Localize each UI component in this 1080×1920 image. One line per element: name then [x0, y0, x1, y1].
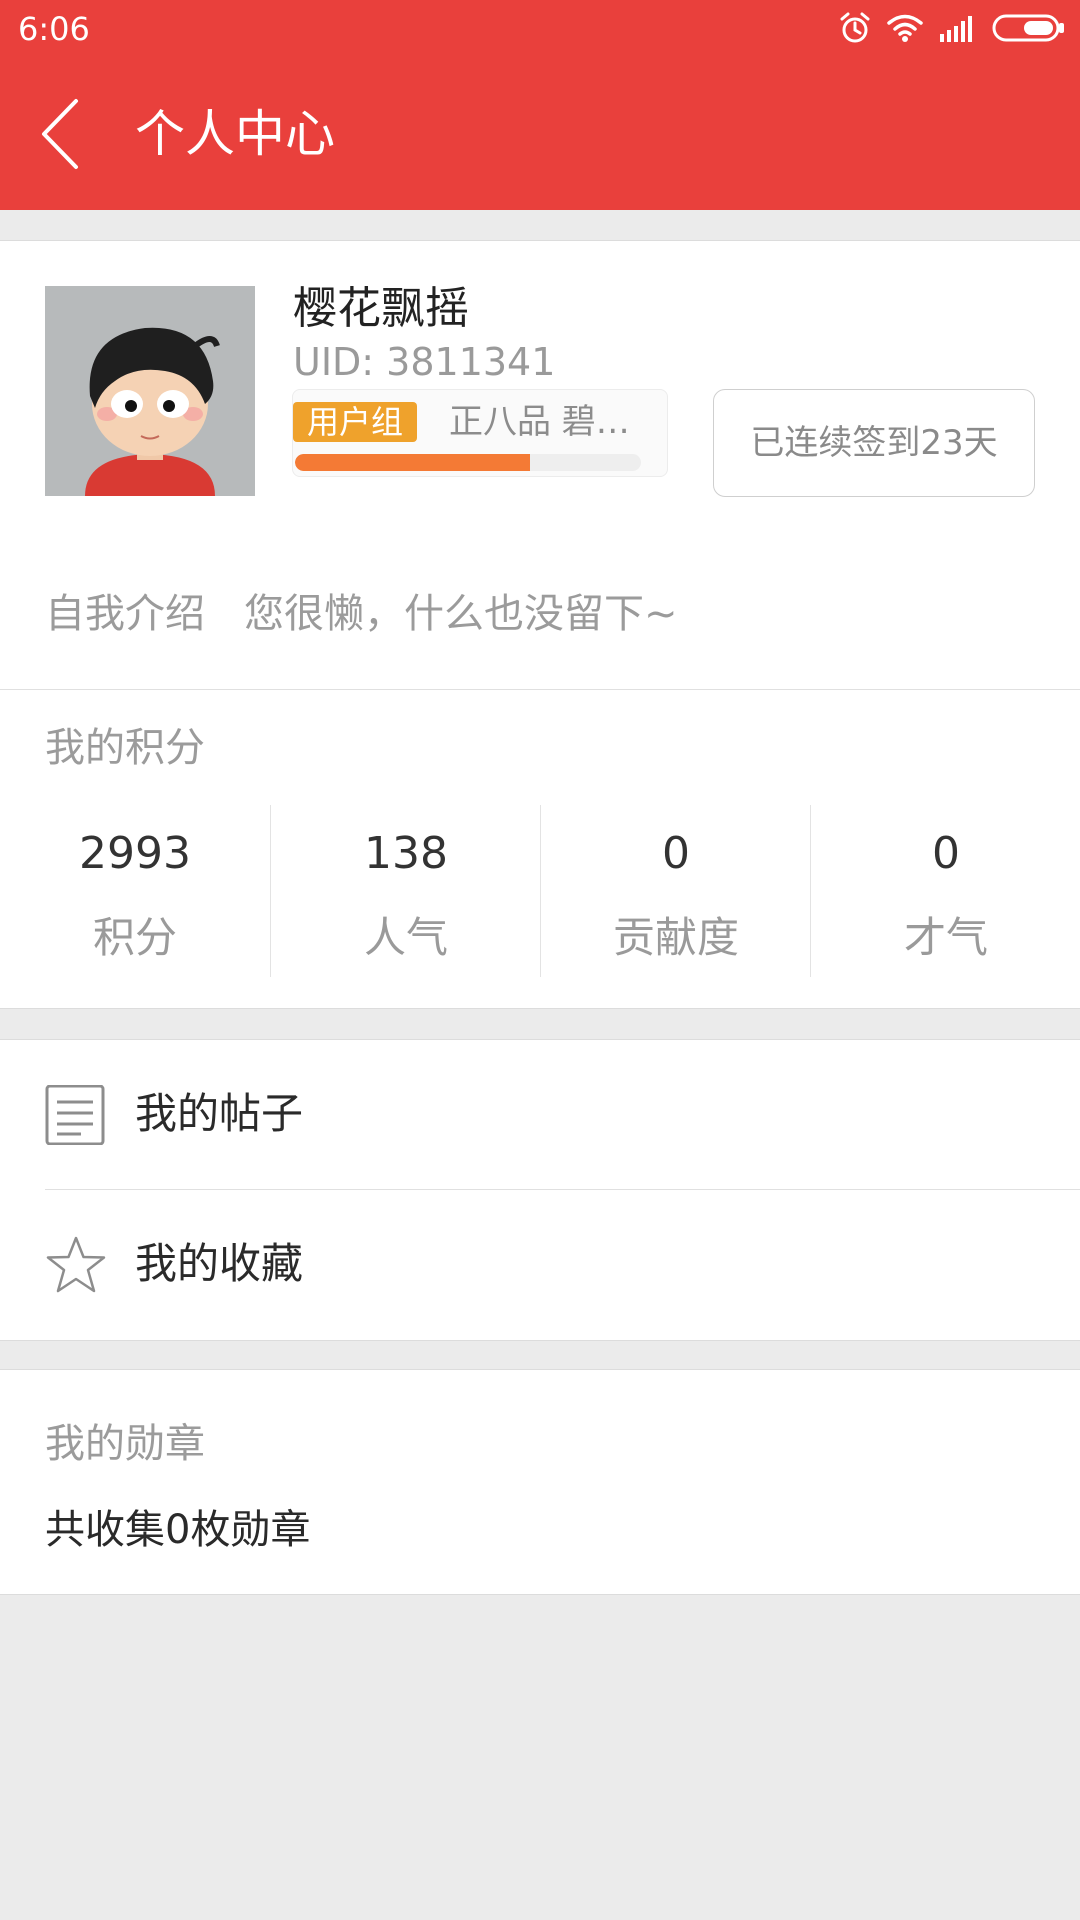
score-value: 0	[662, 828, 690, 879]
battery-icon	[992, 13, 1066, 47]
score-value: 0	[932, 828, 960, 879]
self-intro-row[interactable]: 自我介绍 您很懒，什么也没留下~	[0, 539, 1080, 690]
document-icon	[45, 1084, 105, 1146]
menu-item-label: 我的收藏	[135, 1239, 304, 1288]
page-title: 个人中心	[135, 105, 335, 163]
score-item-points[interactable]: 2993 积分	[0, 805, 270, 977]
score-card: 我的积分 2993 积分 138 人气 0 贡献度 0 才气	[0, 690, 1080, 1009]
signal-icon	[938, 14, 978, 46]
user-group-rank: 正八品 碧…	[449, 402, 630, 442]
score-value: 2993	[79, 828, 191, 879]
username: 樱花飘摇	[293, 283, 469, 334]
menu-item-my-favorites[interactable]: 我的收藏	[0, 1190, 1080, 1339]
user-group-badge: 用户组	[293, 402, 418, 442]
medals-heading: 我的勋章	[45, 1421, 205, 1467]
alarm-icon	[838, 11, 872, 49]
medals-count: 共收集0枚勋章	[45, 1507, 311, 1553]
user-id: UID: 3811341	[293, 340, 556, 384]
signin-button[interactable]: 已连续签到23天	[713, 389, 1035, 497]
star-icon	[45, 1235, 106, 1295]
user-group-box[interactable]: 用户组 正八品 碧…	[292, 389, 668, 477]
level-progress-bar	[295, 454, 641, 471]
score-item-popularity[interactable]: 138 人气	[270, 805, 541, 977]
status-bar: 6:06	[0, 0, 1080, 58]
wifi-icon	[886, 13, 924, 47]
score-label: 才气	[903, 913, 988, 962]
self-intro-label: 自我介绍	[45, 591, 205, 637]
profile-card: 樱花飘摇 UID: 3811341 用户组 正八品 碧… 已连续签到23天	[0, 240, 1080, 540]
medals-card[interactable]: 我的勋章 共收集0枚勋章	[0, 1369, 1080, 1595]
score-label: 人气	[363, 913, 448, 962]
status-time: 6:06	[18, 10, 90, 48]
self-intro-text: 您很懒，什么也没留下~	[244, 591, 678, 637]
menu-card: 我的帖子 我的收藏	[0, 1039, 1080, 1341]
score-item-contribution[interactable]: 0 贡献度	[540, 805, 811, 977]
score-value: 138	[364, 828, 448, 879]
app-bar: 个人中心	[0, 58, 1080, 210]
status-icons	[838, 10, 1066, 50]
chevron-left-icon	[38, 97, 82, 175]
score-label: 贡献度	[612, 913, 739, 962]
menu-item-my-posts[interactable]: 我的帖子	[0, 1040, 1080, 1189]
score-label: 积分	[92, 913, 177, 962]
level-progress-fill	[295, 454, 531, 471]
menu-item-label: 我的帖子	[135, 1089, 304, 1138]
score-item-talent[interactable]: 0 才气	[810, 805, 1080, 977]
score-heading: 我的积分	[45, 725, 205, 771]
back-button[interactable]	[30, 96, 90, 176]
avatar[interactable]	[45, 286, 255, 496]
